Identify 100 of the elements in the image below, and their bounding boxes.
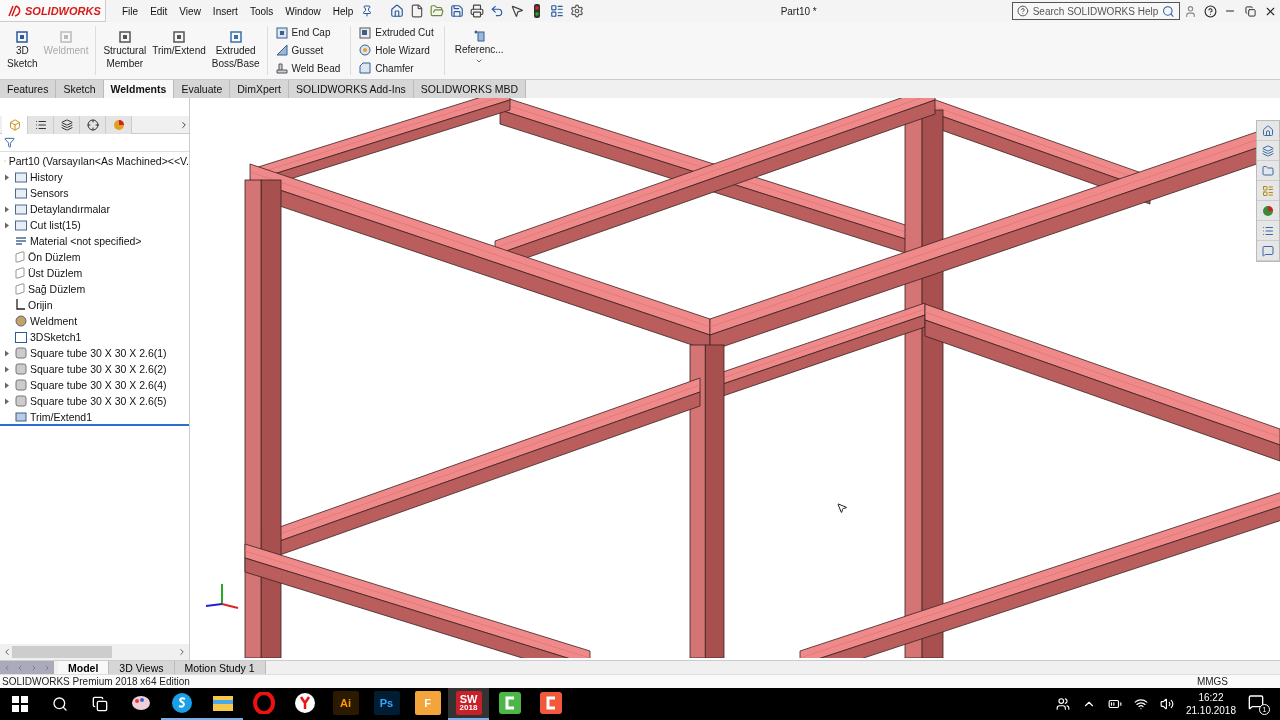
tree-item[interactable]: Square tube 30 X 30 X 2.6(1) (30, 347, 167, 359)
plane-icon (15, 283, 25, 295)
crosshair-icon (86, 118, 99, 131)
opera-icon (252, 692, 275, 714)
filter-icon[interactable] (4, 137, 15, 148)
trim-button[interactable]: Trim/Extend (149, 24, 209, 77)
save-icon[interactable] (449, 3, 466, 19)
expand-arrow-icon[interactable] (4, 205, 10, 213)
dimxpert-manager-tab[interactable] (80, 115, 106, 134)
command-tab[interactable]: SOLIDWORKS MBD (413, 80, 527, 98)
scroll-left-icon[interactable] (2, 647, 12, 657)
configuration-manager-tab[interactable] (54, 115, 80, 134)
model-tab[interactable]: 3D Views (109, 661, 175, 674)
expand-arrow-icon[interactable] (4, 365, 10, 373)
command-tab[interactable]: Sketch (56, 80, 104, 98)
tree-item[interactable]: Orijin (28, 299, 53, 311)
command-button[interactable]: Chamfer (359, 62, 434, 75)
command-button[interactable]: Extruded Cut (359, 26, 434, 39)
tree-item[interactable]: Part10 (Varsayılan<As Machined><<V. (8, 155, 189, 167)
tree-item[interactable]: 3DSketch1 (30, 331, 82, 343)
wifi-icon[interactable] (1133, 697, 1148, 711)
solidworks-icon[interactable]: SW 2018 (455, 691, 482, 715)
clock[interactable]: 16:22 21.10.2018 (1185, 691, 1236, 717)
command-button[interactable]: End Cap (275, 26, 341, 39)
model-tab[interactable]: Motion Study 1 (174, 661, 266, 674)
weld-bead-icon (275, 62, 288, 75)
taskbar-app[interactable]: SW 2018 (448, 688, 489, 720)
expand-panel-icon[interactable] (179, 119, 189, 130)
options-list-icon[interactable] (549, 3, 566, 19)
tree-item[interactable]: Trim/Extend1 (30, 411, 93, 423)
command-button[interactable]: Weld Bead (275, 62, 341, 75)
open-folder-icon[interactable] (429, 3, 446, 19)
menu-item[interactable]: Insert (206, 5, 244, 17)
volume-icon[interactable] (1159, 697, 1174, 711)
expand-arrow-icon[interactable] (4, 173, 10, 181)
display-manager-tab[interactable] (106, 115, 132, 134)
folder-icon (15, 171, 27, 183)
tube-body-icon (15, 395, 27, 407)
gusset-icon (275, 44, 288, 57)
skype-icon (170, 692, 193, 714)
command-tab[interactable]: Features (0, 80, 57, 98)
list-icon (34, 118, 47, 131)
people-icon[interactable] (1055, 697, 1070, 711)
expand-arrow-icon[interactable] (4, 349, 10, 357)
scroll-right-icon[interactable] (177, 647, 187, 657)
tree-item[interactable]: Cut list(15) (30, 219, 81, 231)
logo-text: SOLIDWORKS (25, 4, 101, 17)
tree-item[interactable]: Square tube 30 X 30 X 2.6(5) (30, 395, 167, 407)
horizontal-scrollbar[interactable] (0, 644, 189, 660)
units-selector[interactable]: MMGS (1196, 676, 1228, 687)
sketch-3d-button[interactable]: 3D Sketch (4, 24, 41, 77)
tree-item[interactable]: Material <not specified> (30, 235, 142, 247)
taskbar-app[interactable]: Ps (366, 688, 407, 720)
boss-button[interactable]: Extruded Boss/Base (208, 24, 263, 77)
taskbar-app[interactable]: Ai (325, 688, 366, 720)
tree-item[interactable]: Üst Düzlem (28, 267, 83, 279)
tree-item[interactable]: Square tube 30 X 30 X 2.6(2) (30, 363, 167, 375)
command-tab[interactable]: DimXpert (230, 80, 289, 98)
expand-arrow-icon[interactable] (4, 397, 10, 405)
command-button[interactable]: Gusset (275, 44, 341, 57)
material-icon (15, 235, 27, 247)
model-tab[interactable]: Model (58, 661, 110, 674)
tree-item[interactable]: Detaylandırmalar (30, 203, 110, 215)
menu-item[interactable]: File (116, 5, 145, 17)
print-icon[interactable] (469, 3, 486, 19)
tree-item[interactable]: Ön Düzlem (28, 251, 81, 263)
battery-icon[interactable] (1107, 697, 1122, 711)
hole-wizard-icon (359, 44, 372, 57)
tree-item[interactable]: Square tube 30 X 30 X 2.6(4) (30, 379, 167, 391)
caret-icon[interactable] (475, 57, 484, 65)
illustrator-icon[interactable]: Ai (332, 691, 359, 715)
folder-icon (211, 694, 234, 712)
layers-icon (60, 118, 73, 131)
photoshop-icon[interactable]: Ps (373, 691, 400, 715)
command-tab[interactable]: SOLIDWORKS Add-Ins (289, 80, 414, 98)
tree-item[interactable]: Sağ Düzlem (28, 283, 86, 295)
settings-icon[interactable] (569, 3, 586, 19)
reference-geometry-button[interactable]: Referenc... (454, 44, 504, 55)
expand-arrow-icon[interactable] (4, 381, 10, 389)
command-tab[interactable]: Weldments (103, 80, 175, 98)
structural-button[interactable]: Structural Member (100, 24, 150, 77)
menu-item[interactable]: Tools (243, 5, 280, 17)
select-pointer-icon[interactable] (509, 3, 526, 19)
command-tab[interactable]: Evaluate (174, 80, 231, 98)
expand-arrow-icon[interactable] (4, 221, 10, 229)
menu-item[interactable]: Help (326, 5, 360, 17)
menu-item[interactable]: View (173, 5, 207, 17)
command-button[interactable]: Hole Wizard (359, 44, 434, 57)
reference-geometry-icon (473, 30, 486, 42)
property-manager-tab[interactable] (28, 115, 54, 134)
home-icon[interactable] (389, 3, 406, 19)
menu-item[interactable]: Edit (144, 5, 174, 17)
folder-icon (15, 203, 27, 215)
camtasia-icon (539, 692, 562, 714)
plane-icon (15, 267, 25, 279)
tree-item[interactable]: Weldment (30, 315, 78, 327)
search-field[interactable]: Search SOLIDWORKS Help (1012, 2, 1180, 20)
menu-item[interactable]: Window (279, 5, 327, 17)
tree-item[interactable]: Sensors (30, 187, 69, 199)
tree-item[interactable]: History (30, 171, 63, 183)
